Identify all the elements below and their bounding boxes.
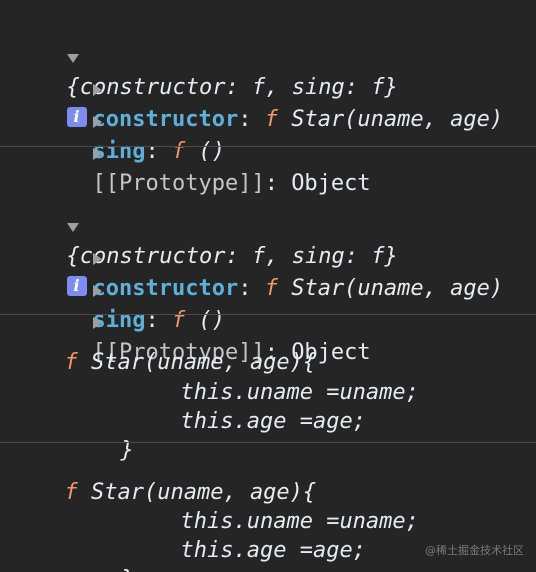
object-summary-row[interactable]: {constructor: f, sing: f} i — [40, 13, 398, 127]
function-body-line: this.age =age; — [154, 506, 366, 563]
function-body-line: this.uname =uname; — [154, 477, 419, 534]
summary-value: f — [371, 244, 385, 269]
summary-key: sing — [291, 75, 345, 100]
summary-brace-close: } — [384, 75, 398, 100]
console-divider — [0, 442, 536, 443]
function-glyph: f — [171, 139, 186, 164]
console-divider — [0, 146, 536, 147]
property-row-prototype[interactable]: [[Prototype]]: Object — [66, 109, 371, 196]
summary-separator: : — [344, 75, 372, 100]
function-glyph: f — [64, 350, 78, 375]
property-value: () — [198, 139, 225, 164]
summary-separator: : — [225, 244, 252, 269]
function-signature[interactable]: f Star(uname, age){ — [38, 448, 317, 505]
watermark: @稀土掘金技术社区 — [425, 544, 524, 557]
summary-brace-close: } — [384, 244, 398, 269]
summary-separator: : — [344, 244, 372, 269]
console-divider — [0, 314, 536, 315]
object-summary-row[interactable]: {constructor: f, sing: f} i — [40, 182, 398, 296]
summary-separator: : — [225, 75, 252, 100]
property-colon: : — [145, 139, 159, 164]
function-signature[interactable]: f Star(uname, age){ — [38, 318, 317, 375]
property-row-prototype[interactable]: [[Prototype]]: Object — [66, 278, 371, 365]
function-close-brace: } — [94, 406, 134, 463]
summary-value: f — [251, 75, 266, 100]
code-line: this.age =age; — [180, 409, 366, 434]
summary-comma: , — [265, 244, 292, 269]
function-glyph: f — [64, 480, 78, 505]
property-row-constructor[interactable]: constructor: f Star(uname, age) — [66, 214, 503, 301]
code-line: this.age =age; — [180, 538, 366, 563]
summary-comma: , — [265, 75, 292, 100]
function-body-line: this.uname =uname; — [154, 348, 419, 405]
property-row-sing[interactable]: sing: f () — [66, 246, 225, 333]
summary-key: sing — [291, 244, 345, 269]
function-close-brace: } — [94, 535, 134, 572]
property-row-sing[interactable]: sing: f () — [66, 77, 225, 164]
function-body-line: this.age =age; — [154, 377, 366, 434]
expand-triangle-icon[interactable] — [92, 148, 102, 160]
code-line: } — [121, 567, 134, 572]
property-row-constructor[interactable]: constructor: f Star(uname, age) — [66, 45, 503, 132]
summary-value: f — [371, 75, 385, 100]
summary-value: f — [251, 244, 266, 269]
